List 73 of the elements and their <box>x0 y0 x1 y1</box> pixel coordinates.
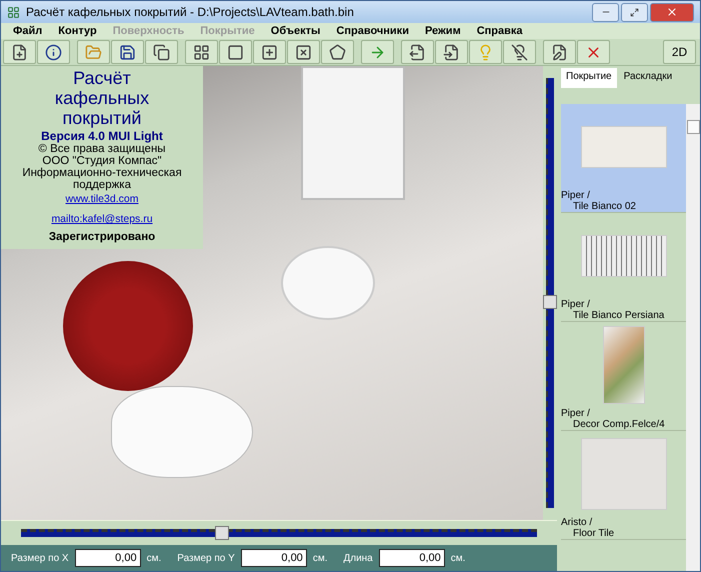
file-edit-icon <box>551 44 568 60</box>
toolbar-button[interactable] <box>435 40 468 64</box>
field-label: Размер по X <box>11 552 69 564</box>
window-title: Расчёт кафельных покрытий - D:\Projects\LAVteam.bath.bin <box>26 5 355 19</box>
toolbar-button[interactable] <box>577 40 610 64</box>
toolbar-button[interactable] <box>321 40 354 64</box>
tile-name: Decor Comp.Felce/4 <box>572 419 666 430</box>
tile-brand: Piper / <box>561 299 591 310</box>
close-button[interactable] <box>650 2 694 22</box>
input-field[interactable]: 0,00 <box>74 549 141 567</box>
lightbulb-off-icon <box>511 44 528 60</box>
tile-brand: Piper / <box>561 190 591 201</box>
tile-brand: Aristo / <box>561 517 594 528</box>
menu-item[interactable]: Справочники <box>328 25 417 37</box>
input-field[interactable]: 0,00 <box>240 549 307 567</box>
pentagon-icon <box>329 44 346 60</box>
toolbar-button[interactable] <box>287 40 320 64</box>
email-link[interactable]: mailto:kafel@steps.ru <box>51 213 153 225</box>
toolbar-button[interactable] <box>219 40 252 64</box>
tab[interactable]: Раскладки <box>618 68 678 88</box>
toolbar-button[interactable] <box>503 40 536 64</box>
menu-item[interactable]: Файл <box>5 25 50 37</box>
website-link[interactable]: www.tile3d.com <box>66 193 138 205</box>
square-icon <box>227 44 244 60</box>
field-label: Длина <box>343 552 373 564</box>
folder-icon <box>85 44 102 60</box>
slider-thumb[interactable] <box>215 526 230 540</box>
menu-item[interactable]: Справка <box>468 25 531 37</box>
info-text: © Все права защищены <box>38 143 166 155</box>
field-label: Размер по Y <box>177 552 235 564</box>
tile-item[interactable]: Piper / Tile Bianco 02 <box>561 104 686 213</box>
tile-brand: Piper / <box>561 408 591 419</box>
app-name: Расчёт кафельных покрытий <box>54 68 150 128</box>
info-text: Информационно-техническая поддержка <box>21 167 183 191</box>
maximize-icon <box>630 8 639 16</box>
unit-label: см. <box>146 552 162 564</box>
version-text: Версия 4.0 MUI Light <box>41 129 163 143</box>
menu-item[interactable]: Режим <box>416 25 469 37</box>
slider-thumb[interactable] <box>543 295 557 310</box>
scrollbar[interactable] <box>686 104 700 571</box>
input-field[interactable]: 0,00 <box>378 549 445 567</box>
toolbar-button[interactable] <box>145 40 178 64</box>
copy-icon <box>153 44 170 60</box>
toolbar-button[interactable] <box>401 40 434 64</box>
close-icon <box>666 6 678 18</box>
menu-item[interactable]: Объекты <box>262 25 328 37</box>
square-plus-icon <box>261 44 278 60</box>
app-icon <box>7 6 20 18</box>
toolbar-button[interactable]: 2D <box>663 40 696 64</box>
toolbar-button[interactable] <box>3 40 36 64</box>
grid-icon <box>193 44 210 60</box>
file-export-icon <box>409 44 426 60</box>
new-file-icon <box>11 44 28 60</box>
toolbar-button[interactable] <box>37 40 70 64</box>
menu-item[interactable]: Контур <box>50 25 105 37</box>
toolbar-button[interactable] <box>253 40 286 64</box>
tile-name: Tile Bianco 02 <box>572 201 637 212</box>
tab[interactable]: Покрытие <box>561 68 617 88</box>
scrollbar-thumb[interactable] <box>686 120 700 134</box>
tile-name: Floor Tile <box>572 528 616 539</box>
toolbar-button[interactable] <box>111 40 144 64</box>
toolbar-button[interactable] <box>543 40 576 64</box>
unit-label: см. <box>312 552 328 564</box>
unit-label: см. <box>450 552 466 564</box>
toolbar-button[interactable] <box>185 40 218 64</box>
info-icon <box>45 44 62 60</box>
tile-name: Tile Bianco Persiana <box>572 310 666 321</box>
maximize-button[interactable] <box>621 2 648 22</box>
info-text: ООО "Студия Компас" <box>42 155 162 167</box>
file-import-icon <box>443 44 460 60</box>
square-x-icon <box>295 44 312 60</box>
registration-status: Зарегистрировано <box>48 231 156 243</box>
minimize-button[interactable] <box>592 2 619 22</box>
